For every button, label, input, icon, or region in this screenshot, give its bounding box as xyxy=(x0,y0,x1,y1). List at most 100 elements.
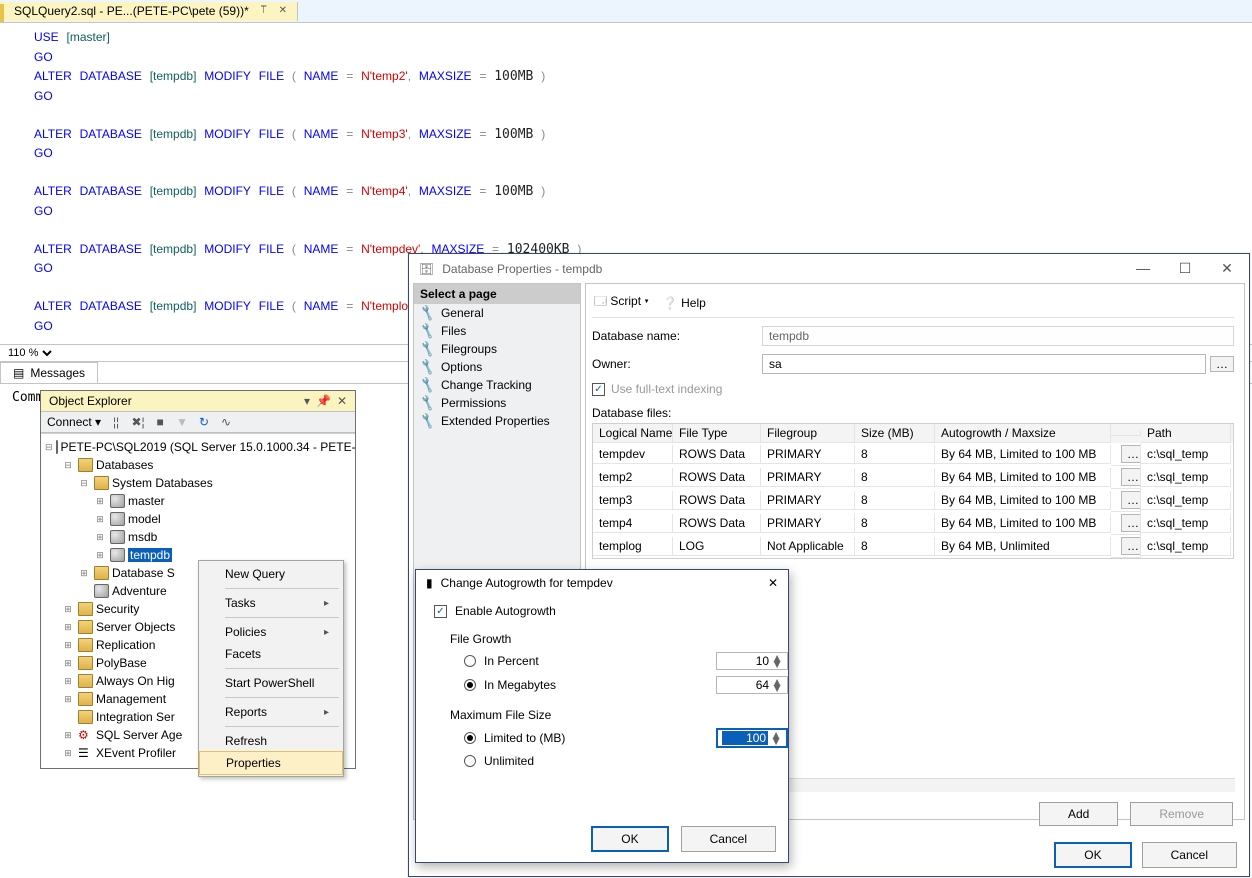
tree-system-databases[interactable]: System Databases xyxy=(112,476,213,490)
wrench-icon: 🔧 xyxy=(418,304,437,322)
table-row[interactable]: tempdevROWS DataPRIMARY8By 64 MB, Limite… xyxy=(593,443,1233,466)
autogrowth-browse-button[interactable]: … xyxy=(1121,468,1141,486)
ctx-properties[interactable]: Properties xyxy=(199,751,343,775)
autogrowth-browse-button[interactable]: … xyxy=(1121,514,1141,532)
minimize-button[interactable]: — xyxy=(1131,260,1155,277)
database-files-grid[interactable]: Logical NameFile Type FilegroupSize (MB)… xyxy=(592,423,1234,559)
ok-button[interactable]: OK xyxy=(591,826,668,852)
ctx-tasks[interactable]: Tasks xyxy=(199,592,343,614)
tree-server[interactable]: PETE-PC\SQL2019 (SQL Server 15.0.1000.34… xyxy=(61,440,356,454)
close-icon[interactable]: ✕ xyxy=(337,394,347,408)
tree-sql-agent[interactable]: SQL Server Age xyxy=(96,728,182,742)
database-icon xyxy=(110,530,125,544)
tree-server-objects[interactable]: Server Objects xyxy=(96,620,175,634)
tree-replication[interactable]: Replication xyxy=(96,638,155,652)
ctx-policies[interactable]: Policies xyxy=(199,621,343,643)
autogrowth-browse-button[interactable]: … xyxy=(1121,491,1141,509)
tree-db-adventure[interactable]: Adventure xyxy=(112,584,167,598)
database-icon: 🗄 xyxy=(419,262,434,276)
editor-tab-strip: SQLQuery2.sql - PE...(PETE-PC\pete (59))… xyxy=(0,0,1252,23)
folder-icon xyxy=(78,656,93,670)
tree-databases[interactable]: Databases xyxy=(96,458,153,472)
in-megabytes-radio[interactable] xyxy=(464,679,476,691)
properties-toolbar: 🗔 Script ▾ ❔ Help xyxy=(592,288,1234,318)
pin-icon[interactable]: 📌 xyxy=(316,394,331,408)
unlimited-radio[interactable] xyxy=(464,755,476,767)
page-nav-item[interactable]: 🔧Options xyxy=(414,358,580,376)
in-percent-radio[interactable] xyxy=(464,655,476,667)
table-row[interactable]: temp4ROWS DataPRIMARY8By 64 MB, Limited … xyxy=(593,512,1233,535)
tree-db-tempdb[interactable]: tempdb xyxy=(128,548,172,562)
help-button[interactable]: ❔ Help xyxy=(663,296,706,310)
close-icon[interactable]: ✕ xyxy=(279,5,287,16)
autogrowth-browse-button[interactable]: … xyxy=(1121,445,1141,463)
disconnect-icon[interactable]: ✖¦ xyxy=(131,415,145,429)
table-row[interactable]: temp3ROWS DataPRIMARY8By 64 MB, Limited … xyxy=(593,489,1233,512)
refresh-icon[interactable]: ↻ xyxy=(197,415,211,429)
page-nav-item[interactable]: 🔧Permissions xyxy=(414,394,580,412)
filter-icon[interactable]: ▼ xyxy=(175,415,189,429)
tree-polybase[interactable]: PolyBase xyxy=(96,656,147,670)
stop-icon[interactable]: ■ xyxy=(153,415,167,429)
max-size-heading: Maximum File Size xyxy=(450,708,788,722)
page-nav-item[interactable]: 🔧Change Tracking xyxy=(414,376,580,394)
page-nav-item[interactable]: 🔧Files xyxy=(414,322,580,340)
cancel-button[interactable]: Cancel xyxy=(1142,842,1237,868)
window-title: Database Properties - tempdb xyxy=(442,262,602,276)
window-titlebar[interactable]: 🗄 Database Properties - tempdb — ☐ ✕ xyxy=(409,254,1249,283)
zoom-select[interactable]: 110 % xyxy=(4,346,55,360)
connect-button[interactable]: Connect ▾ xyxy=(47,415,101,429)
owner-field[interactable]: sa xyxy=(762,354,1206,374)
change-autogrowth-dialog: ▮Change Autogrowth for tempdev ✕ ✓ Enabl… xyxy=(415,569,789,863)
dialog-titlebar[interactable]: ▮Change Autogrowth for tempdev ✕ xyxy=(416,570,788,594)
add-button[interactable]: Add xyxy=(1039,802,1118,826)
autogrowth-browse-button[interactable]: … xyxy=(1121,537,1141,555)
page-nav-item[interactable]: 🔧Filegroups xyxy=(414,340,580,358)
table-row[interactable]: templogLOGNot Applicable8By 64 MB, Unlim… xyxy=(593,535,1233,558)
table-row[interactable]: temp2ROWS DataPRIMARY8By 64 MB, Limited … xyxy=(593,466,1233,489)
dropdown-icon[interactable]: ▾ xyxy=(304,394,310,408)
page-nav-header: Select a page xyxy=(414,284,580,304)
close-button[interactable]: ✕ xyxy=(768,576,778,590)
percent-input[interactable]: 10▲▼ xyxy=(716,652,788,670)
ctx-start-powershell[interactable]: Start PowerShell xyxy=(199,672,343,694)
ok-button[interactable]: OK xyxy=(1054,842,1131,868)
tree-integration[interactable]: Integration Ser xyxy=(96,710,175,724)
megabytes-input[interactable]: 64▲▼ xyxy=(716,676,788,694)
ctx-facets[interactable]: Facets xyxy=(199,643,343,665)
pin-icon[interactable]: ⟙ xyxy=(261,5,267,16)
tree-db-msdb[interactable]: msdb xyxy=(128,530,157,544)
tree-security[interactable]: Security xyxy=(96,602,139,616)
wrench-icon: 🔧 xyxy=(418,376,437,394)
tree-always-on[interactable]: Always On Hig xyxy=(96,674,175,688)
limited-input[interactable]: 100▲▼ xyxy=(716,728,788,748)
activity-icon[interactable]: ∿ xyxy=(219,415,233,429)
tree-db-snapshots[interactable]: Database S xyxy=(112,566,175,580)
messages-tab[interactable]: ▤ Messages xyxy=(0,362,98,383)
database-icon xyxy=(110,512,125,526)
ctx-new-query[interactable]: New Query xyxy=(199,563,343,585)
owner-browse-button[interactable]: … xyxy=(1210,356,1234,372)
file-growth-heading: File Growth xyxy=(450,632,788,646)
editor-tab[interactable]: SQLQuery2.sql - PE...(PETE-PC\pete (59))… xyxy=(0,2,298,21)
tree-db-model[interactable]: model xyxy=(128,512,161,526)
tree-db-master[interactable]: master xyxy=(128,494,165,508)
messages-icon: ▤ xyxy=(13,366,24,380)
tree-xevent[interactable]: XEvent Profiler xyxy=(96,746,176,760)
ctx-refresh[interactable]: Refresh xyxy=(199,730,343,752)
ctx-reports[interactable]: Reports xyxy=(199,701,343,723)
page-nav-item[interactable]: 🔧Extended Properties xyxy=(414,412,580,430)
script-button[interactable]: 🗔 Script ▾ xyxy=(594,292,649,313)
enable-autogrowth-checkbox[interactable]: ✓ xyxy=(434,605,447,618)
maximize-button[interactable]: ☐ xyxy=(1173,260,1197,277)
close-button[interactable]: ✕ xyxy=(1215,260,1239,277)
limited-label: Limited to (MB) xyxy=(484,731,565,745)
page-nav-item[interactable]: 🔧General xyxy=(414,304,580,322)
folder-icon xyxy=(78,602,93,616)
fulltext-checkbox: ✓ xyxy=(592,383,605,396)
tree-management[interactable]: Management xyxy=(96,692,166,706)
connect-icon[interactable]: ¦¦ xyxy=(109,415,123,429)
editor-tab-title: SQLQuery2.sql - PE...(PETE-PC\pete (59))… xyxy=(14,4,249,18)
limited-radio[interactable] xyxy=(464,732,476,744)
cancel-button[interactable]: Cancel xyxy=(681,826,776,852)
